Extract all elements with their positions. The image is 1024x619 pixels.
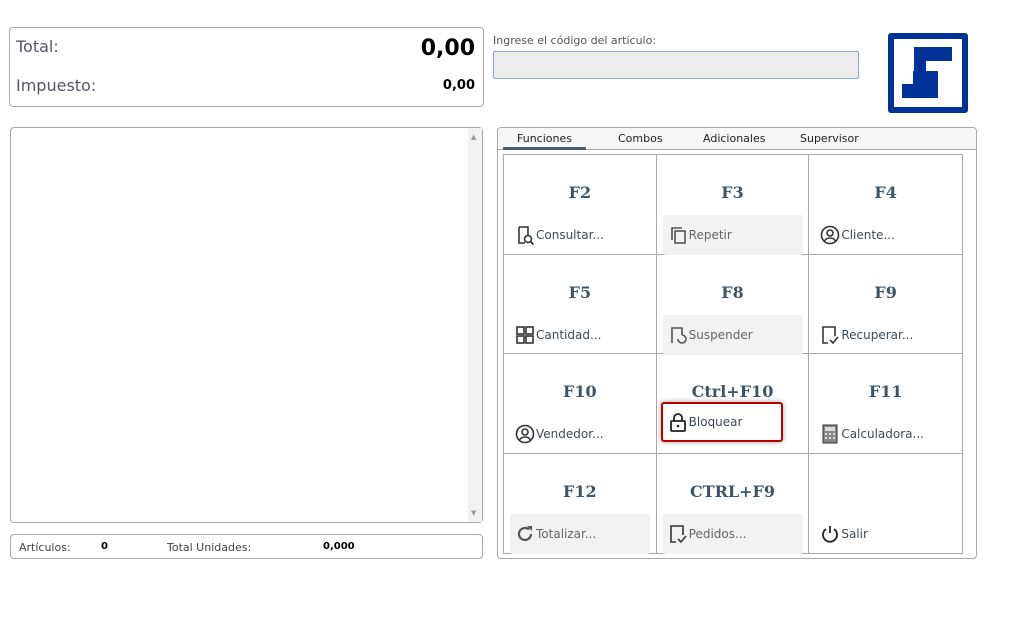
function-label: Cliente...	[841, 228, 895, 242]
function-label: Suspender	[688, 327, 753, 342]
total-value: 0,00	[420, 36, 475, 61]
scroll-down-icon[interactable]: ▼	[471, 509, 476, 517]
function-cell: F2 Consultar...	[504, 155, 657, 255]
function-label: Salir	[841, 526, 868, 541]
function-label: Totalizar...	[536, 526, 597, 541]
power-icon	[822, 525, 839, 543]
tax-label: Impuesto:	[16, 76, 97, 95]
function-cell: Ctrl+F10 Bloquear	[656, 354, 810, 454]
items-list[interactable]: ▲ ▼	[10, 127, 483, 523]
functions-panel: Funciones Combos Adicionales Supervisor …	[497, 127, 977, 559]
tax-value: 0,00	[442, 78, 475, 93]
articles-value: 0	[101, 541, 108, 552]
tab-funciones[interactable]: Funciones	[503, 132, 586, 150]
function-cell: Salir	[809, 454, 962, 554]
function-cell: F11 Calculadora...	[809, 354, 962, 454]
function-cell: F3 Repetir	[656, 155, 810, 255]
tab-combos[interactable]: Combos	[618, 132, 663, 145]
function-button-suspender[interactable]: Suspender	[662, 314, 803, 355]
article-code-input[interactable]	[493, 51, 859, 79]
shortcut-key: F4	[874, 183, 897, 202]
function-label: Recuperar...	[841, 327, 914, 342]
calculator-icon	[822, 424, 838, 444]
articles-label: Artículos:	[19, 541, 71, 554]
shortcut-key: Ctrl+F10	[691, 382, 774, 401]
tab-adicionales[interactable]: Adicionales	[703, 132, 765, 145]
tab-supervisor[interactable]: Supervisor	[800, 132, 859, 145]
shortcut-key: F11	[868, 382, 903, 401]
function-label: Cantidad...	[536, 327, 602, 342]
function-grid: F2 Consultar... F3 Repetir F4 Cliente... F5 Can…	[503, 154, 963, 554]
function-label: Vendedor...	[536, 427, 604, 441]
function-cell: F12 Totalizar...	[504, 453, 657, 554]
function-label: Calculadora...	[841, 427, 924, 441]
function-button-recuperar[interactable]: Recuperar...	[815, 315, 955, 355]
company-logo	[888, 33, 968, 113]
shortcut-key: F10	[563, 382, 597, 401]
function-button-bloquear[interactable]: Bloquear	[660, 402, 783, 442]
function-cell: CTRL+F9 Pedidos...	[657, 453, 810, 554]
total-label: Total:	[16, 37, 59, 56]
function-label: Repetir	[688, 228, 732, 242]
shortcut-key: F12	[563, 481, 597, 501]
suspend-icon	[670, 326, 687, 344]
function-cell: F10 Vendedor...	[504, 354, 657, 454]
code-label: Ingrese el código del artículo:	[493, 34, 657, 47]
function-button-cantidad[interactable]: Cantidad...	[510, 315, 650, 355]
function-button-salir[interactable]: Salir	[815, 514, 955, 554]
doc-check-icon	[669, 524, 687, 543]
function-button-totalizar[interactable]: Totalizar...	[510, 513, 650, 554]
units-label: Total Unidades:	[167, 541, 252, 554]
function-label: Bloquear	[688, 415, 743, 429]
scroll-up-icon[interactable]: ▲	[471, 133, 476, 141]
function-cell: F4 Cliente...	[809, 155, 962, 255]
tab-bar: Funciones Combos Adicionales Supervisor	[498, 128, 976, 150]
refresh-icon	[517, 525, 533, 541]
function-label: Consultar...	[536, 228, 604, 242]
units-value: 0,000	[323, 541, 355, 552]
function-button-repetir[interactable]: Repetir	[662, 215, 803, 255]
lock-icon	[669, 413, 686, 432]
function-button-consultar[interactable]: Consultar...	[510, 215, 650, 255]
function-label: Pedidos...	[688, 526, 747, 541]
grid-icon	[516, 325, 534, 344]
function-button-cliente[interactable]: Cliente...	[815, 215, 955, 255]
user-icon	[821, 225, 840, 245]
shortcut-key: CTRL+F9	[689, 481, 776, 501]
status-bar: Artículos: 0 Total Unidades: 0,000	[10, 534, 483, 559]
shortcut-key: F3	[721, 183, 744, 202]
function-button-calculadora[interactable]: Calculadora...	[815, 414, 955, 454]
function-cell: F9 Recuperar...	[809, 255, 962, 355]
search-doc-icon	[518, 226, 535, 245]
shortcut-key: F2	[568, 183, 592, 202]
user-icon	[515, 424, 535, 444]
function-cell: F5 Cantidad...	[504, 254, 657, 355]
function-button-pedidos[interactable]: Pedidos...	[662, 513, 803, 554]
copy-icon	[670, 227, 686, 244]
shortcut-key: F8	[721, 282, 744, 302]
function-cell: F8 Suspender	[656, 254, 810, 355]
doc-check-icon	[822, 325, 839, 344]
shortcut-key: F9	[874, 282, 897, 302]
scrollbar[interactable]: ▲ ▼	[468, 128, 482, 522]
totals-panel: Total: 0,00 Impuesto: 0,00	[9, 27, 484, 107]
shortcut-key: F5	[568, 282, 592, 302]
function-button-vendedor[interactable]: Vendedor...	[510, 414, 650, 454]
